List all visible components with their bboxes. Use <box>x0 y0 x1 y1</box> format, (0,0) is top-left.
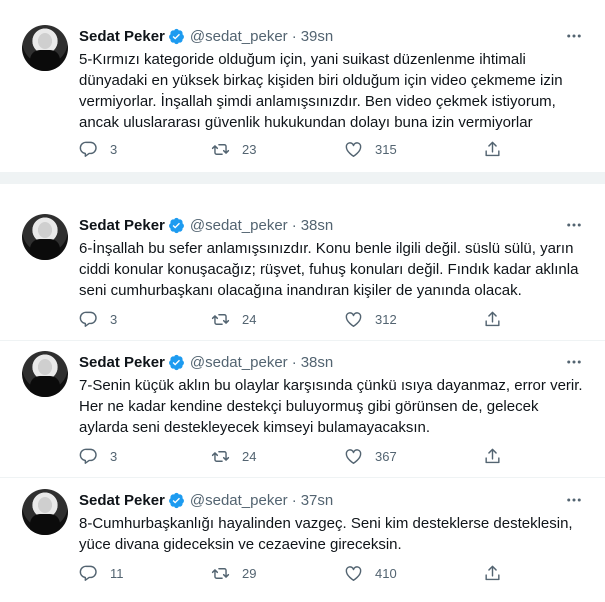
reply-button[interactable]: 3 <box>79 446 117 466</box>
retweet-count: 24 <box>242 311 257 327</box>
like-count: 315 <box>375 141 397 157</box>
like-icon <box>345 311 362 327</box>
like-count: 367 <box>375 448 397 464</box>
separator: · <box>291 216 297 234</box>
tweet-divider <box>0 477 605 478</box>
avatar[interactable] <box>22 25 68 71</box>
like-icon <box>345 565 362 581</box>
reply-button[interactable]: 3 <box>79 139 117 159</box>
author-handle[interactable]: @sedat_peker <box>190 217 288 234</box>
timestamp[interactable]: 37sn <box>301 492 334 509</box>
share-icon <box>485 448 500 463</box>
avatar[interactable] <box>22 351 68 397</box>
author-handle[interactable]: @sedat_peker <box>190 354 288 371</box>
author-name[interactable]: Sedat Peker <box>79 217 165 234</box>
tweet-text: 8-Cumhurbaşkanlığı hayalinden vazgeç. Se… <box>79 515 573 553</box>
like-button[interactable]: 315 <box>344 139 397 159</box>
reply-icon <box>79 565 97 581</box>
author-name[interactable]: Sedat Peker <box>79 28 165 45</box>
tweet-actions: 3 23 315 <box>79 139 509 159</box>
share-button[interactable] <box>483 563 502 583</box>
author-name[interactable]: Sedat Peker <box>79 492 165 509</box>
tweet-text: 5-Kırmızı kategoride olduğum için, yani … <box>79 51 563 131</box>
separator: · <box>291 353 297 371</box>
retweet-icon <box>211 313 230 325</box>
tweet-actions: 3 24 312 <box>79 309 509 329</box>
retweet-icon <box>211 450 230 462</box>
avatar[interactable] <box>22 489 68 535</box>
reply-icon <box>79 311 97 327</box>
tweet-actions: 11 29 410 <box>79 563 509 583</box>
separator: · <box>291 27 297 45</box>
more-options-icon[interactable] <box>563 27 585 45</box>
more-options-icon[interactable] <box>563 491 585 509</box>
reply-count: 3 <box>110 448 118 464</box>
like-button[interactable]: 367 <box>344 446 397 466</box>
more-options-icon[interactable] <box>563 216 585 234</box>
retweet-button[interactable]: 24 <box>211 309 256 329</box>
like-button[interactable]: 312 <box>344 309 397 329</box>
share-icon <box>485 311 500 326</box>
retweet-count: 23 <box>242 141 257 157</box>
like-button[interactable]: 410 <box>344 563 397 583</box>
share-icon <box>485 141 500 156</box>
like-count: 312 <box>375 311 397 327</box>
reply-count: 11 <box>110 565 124 581</box>
like-icon <box>345 448 362 464</box>
timestamp[interactable]: 39sn <box>301 28 334 45</box>
separator: · <box>291 491 297 509</box>
retweet-count: 29 <box>242 565 257 581</box>
share-button[interactable] <box>483 309 502 329</box>
reply-icon <box>79 448 97 464</box>
share-icon <box>485 565 500 580</box>
verified-badge-icon <box>168 492 185 509</box>
tweet[interactable]: Sedat Peker @sedat_peker · 37sn 8-Cumhur… <box>0 489 605 594</box>
share-button[interactable] <box>483 139 502 159</box>
reply-count: 3 <box>110 311 118 327</box>
verified-badge-icon <box>168 28 185 45</box>
reply-icon <box>79 141 97 157</box>
author-name[interactable]: Sedat Peker <box>79 354 165 371</box>
verified-badge-icon <box>168 217 185 234</box>
tweet-actions: 3 24 367 <box>79 446 509 466</box>
tweet[interactable]: Sedat Peker @sedat_peker · 38sn 7-Senin … <box>0 351 605 479</box>
retweet-count: 24 <box>242 448 257 464</box>
like-count: 410 <box>375 565 397 581</box>
tweet[interactable]: Sedat Peker @sedat_peker · 39sn 5-Kırmız… <box>0 25 605 165</box>
author-handle[interactable]: @sedat_peker <box>190 492 288 509</box>
tweet-text: 7-Senin küçük aklın bu olaylar karşısınd… <box>79 377 583 436</box>
tweet-header: Sedat Peker @sedat_peker · 38sn <box>79 351 333 373</box>
tweet-header: Sedat Peker @sedat_peker · 38sn <box>79 214 333 236</box>
tweet-divider <box>0 340 605 341</box>
avatar[interactable] <box>22 214 68 260</box>
like-icon <box>345 141 362 157</box>
tweet-header: Sedat Peker @sedat_peker · 37sn <box>79 489 333 511</box>
author-handle[interactable]: @sedat_peker <box>190 28 288 45</box>
share-button[interactable] <box>483 446 502 466</box>
retweet-icon <box>211 143 230 155</box>
retweet-button[interactable]: 23 <box>211 139 256 159</box>
thread-gap <box>0 172 605 184</box>
verified-badge-icon <box>168 354 185 371</box>
tweet-text: 6-İnşallah bu sefer anlamışsınızdır. Kon… <box>79 240 579 299</box>
reply-button[interactable]: 3 <box>79 309 117 329</box>
tweet-header: Sedat Peker @sedat_peker · 39sn <box>79 25 333 47</box>
timestamp[interactable]: 38sn <box>301 217 334 234</box>
reply-button[interactable]: 11 <box>79 563 124 583</box>
retweet-button[interactable]: 24 <box>211 446 256 466</box>
retweet-icon <box>211 567 230 579</box>
timestamp[interactable]: 38sn <box>301 354 334 371</box>
retweet-button[interactable]: 29 <box>211 563 256 583</box>
more-options-icon[interactable] <box>563 353 585 371</box>
reply-count: 3 <box>110 141 118 157</box>
tweet[interactable]: Sedat Peker @sedat_peker · 38sn 6-İnşall… <box>0 214 605 342</box>
